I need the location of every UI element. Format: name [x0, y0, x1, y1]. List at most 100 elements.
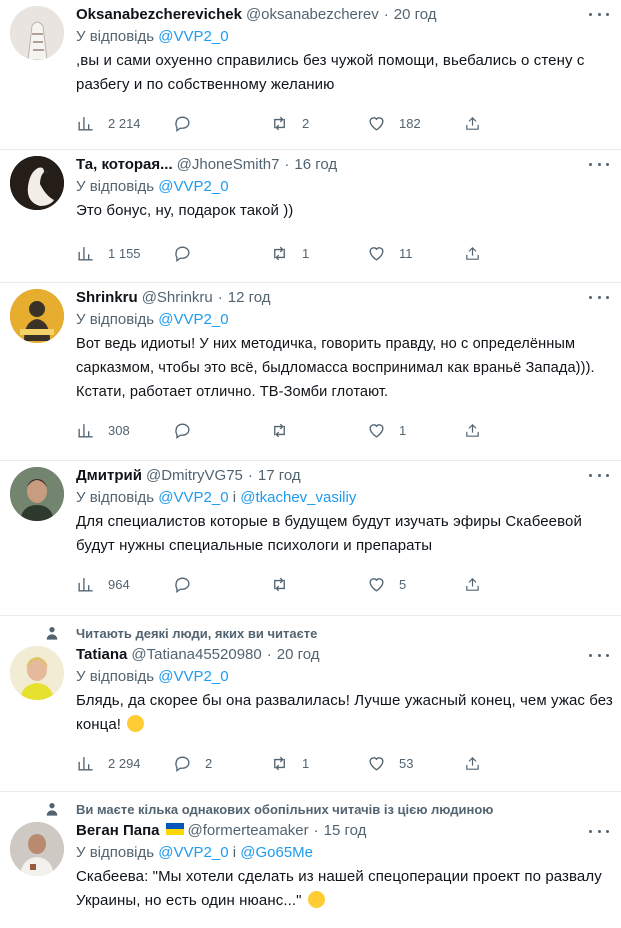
tweet-header: Веган Папа @formerteamaker · 15 год	[76, 821, 367, 841]
tweet-actions: 1 155 1 11	[76, 233, 621, 273]
timestamp[interactable]: 17 год	[258, 466, 301, 486]
avatar[interactable]	[10, 289, 64, 343]
bar-chart-icon	[78, 423, 93, 438]
more-options-button[interactable]	[589, 824, 609, 838]
reply-mention-link[interactable]: @tkachev_vasiliy	[240, 489, 356, 506]
timestamp[interactable]: 20 год	[394, 5, 437, 25]
like-button[interactable]: 53	[367, 754, 464, 773]
bar-chart-icon	[78, 577, 93, 592]
share-button[interactable]	[464, 114, 494, 133]
bar-chart-icon	[78, 756, 93, 771]
like-button[interactable]: 11	[367, 244, 464, 263]
avatar-image	[10, 289, 64, 343]
tweet[interactable]: Shrinkru @Shrinkru · 12 год У відповідь …	[0, 283, 621, 461]
user-handle[interactable]: @oksanabezcherev	[246, 5, 379, 25]
reply-button[interactable]: 2	[173, 754, 270, 773]
more-options-button[interactable]	[589, 290, 609, 304]
bar-chart-icon	[78, 116, 93, 131]
retweet-icon	[274, 423, 285, 437]
avatar-image	[10, 646, 64, 700]
reply-mention-link[interactable]: @Go65Me	[240, 844, 313, 861]
reply-context: У відповідь @VVP2_0 і @tkachev_vasiliy	[76, 489, 357, 506]
tweet[interactable]: Ви маєте кілька однакових обопільних чит…	[0, 792, 621, 928]
tweet-actions: 2 214 2 182	[76, 103, 621, 143]
reply-button[interactable]	[173, 114, 270, 133]
retweet-button[interactable]	[270, 575, 367, 594]
share-button[interactable]	[464, 575, 494, 594]
share-button[interactable]	[464, 421, 494, 440]
avatar[interactable]	[10, 822, 64, 876]
views-button[interactable]: 2 214	[76, 114, 173, 133]
timestamp[interactable]: 20 год	[277, 645, 320, 665]
tweet-actions: 964 5	[76, 564, 621, 604]
views-count: 1 155	[108, 245, 141, 261]
avatar[interactable]	[10, 6, 64, 60]
tweet[interactable]: Oksanabezcherevichek @oksanabezcherev · …	[0, 0, 621, 150]
views-button[interactable]: 308	[76, 421, 173, 440]
retweets-count: 1	[302, 245, 310, 261]
reply-context: У відповідь @VVP2_0	[76, 668, 229, 685]
tweet[interactable]: Дмитрий @DmitryVG75 · 17 год У відповідь…	[0, 461, 621, 616]
display-name[interactable]: Oksanabezcherevichek	[76, 5, 242, 25]
share-icon	[466, 423, 479, 437]
display-name[interactable]: Веган Папа	[76, 821, 160, 841]
user-handle[interactable]: @formerteamaker	[188, 821, 309, 841]
views-button[interactable]: 1 155	[76, 244, 173, 263]
retweet-button[interactable]: 1	[270, 244, 367, 263]
more-options-button[interactable]	[589, 468, 609, 482]
timestamp[interactable]: 12 год	[228, 288, 271, 308]
speech-bubble-icon	[175, 423, 190, 439]
more-options-button[interactable]	[589, 648, 609, 662]
heart-icon	[369, 116, 384, 131]
tweet-feed: Oksanabezcherevichek @oksanabezcherev · …	[0, 0, 621, 928]
likes-count: 5	[399, 576, 407, 592]
reply-context: У відповідь @VVP2_0	[76, 28, 229, 45]
retweet-button[interactable]: 2	[270, 114, 367, 133]
more-options-button[interactable]	[589, 157, 609, 171]
reply-mention-link[interactable]: @VVP2_0	[158, 668, 228, 685]
social-context: Ви маєте кілька однакових обопільних чит…	[0, 792, 621, 818]
display-name[interactable]: Tatiana	[76, 645, 127, 665]
reply-context: У відповідь @VVP2_0 і @Go65Me	[76, 844, 313, 861]
retweet-button[interactable]	[270, 421, 367, 440]
like-button[interactable]: 5	[367, 575, 464, 594]
views-count: 2 294	[108, 755, 141, 771]
speech-bubble-icon	[175, 577, 190, 593]
avatar[interactable]	[10, 156, 64, 210]
display-name[interactable]: Та, которая...	[76, 155, 173, 175]
display-name[interactable]: Дмитрий	[76, 466, 142, 486]
share-button[interactable]	[464, 244, 494, 263]
reply-mention-link[interactable]: @VVP2_0	[158, 844, 228, 861]
like-button[interactable]: 1	[367, 421, 464, 440]
more-options-button[interactable]	[589, 7, 609, 21]
reply-mention-link[interactable]: @VVP2_0	[158, 28, 228, 45]
like-button[interactable]: 182	[367, 114, 464, 133]
grimacing-face-icon	[127, 715, 145, 732]
tweet[interactable]: Читають деякі люди, яких ви читаєте Tati…	[0, 616, 621, 792]
views-button[interactable]: 964	[76, 575, 173, 594]
tweet[interactable]: Та, которая... @JhoneSmith7 · 16 год У в…	[0, 150, 621, 283]
user-handle[interactable]: @Shrinkru	[142, 288, 213, 308]
reply-button[interactable]	[173, 575, 270, 594]
reply-mention-link[interactable]: @VVP2_0	[158, 489, 228, 506]
timestamp[interactable]: 16 год	[294, 155, 337, 175]
heart-icon	[369, 577, 384, 592]
avatar[interactable]	[10, 467, 64, 521]
reply-mention-link[interactable]: @VVP2_0	[158, 178, 228, 195]
views-button[interactable]: 2 294	[76, 754, 173, 773]
user-handle[interactable]: @Tatiana45520980	[131, 645, 261, 665]
display-name[interactable]: Shrinkru	[76, 288, 138, 308]
reply-button[interactable]	[173, 244, 270, 263]
retweet-button[interactable]: 1	[270, 754, 367, 773]
tweet-text: Для специалистов которые в будущем будут…	[76, 513, 587, 554]
timestamp[interactable]: 15 год	[324, 821, 367, 841]
reply-mention-link[interactable]: @VVP2_0	[158, 311, 228, 328]
reply-button[interactable]	[173, 421, 270, 440]
avatar-image	[10, 467, 64, 521]
user-handle[interactable]: @JhoneSmith7	[177, 155, 280, 175]
user-handle[interactable]: @DmitryVG75	[146, 466, 243, 486]
tweet-header: Oksanabezcherevichek @oksanabezcherev · …	[76, 5, 437, 25]
speech-bubble-icon	[175, 756, 190, 772]
avatar[interactable]	[10, 646, 64, 700]
share-button[interactable]	[464, 754, 494, 773]
